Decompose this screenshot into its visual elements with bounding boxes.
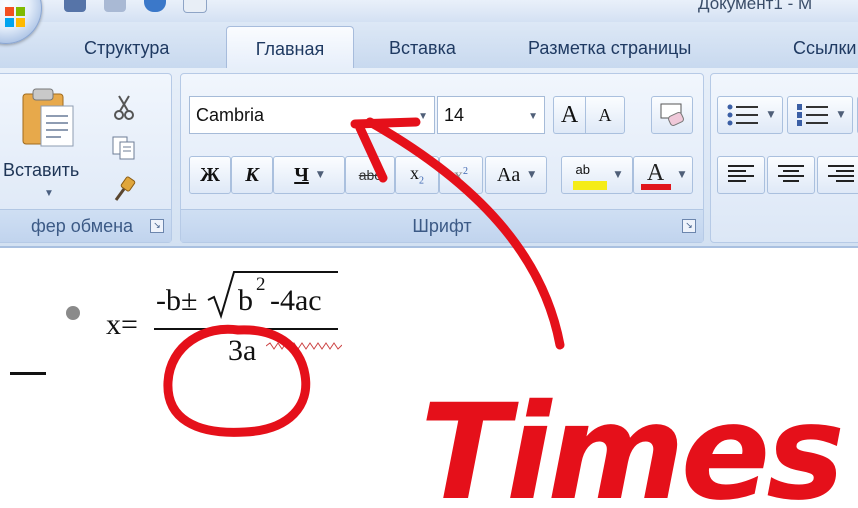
- font-launcher-button[interactable]: ↘: [682, 219, 696, 233]
- bullets-dropdown-icon[interactable]: ▼: [768, 110, 775, 120]
- align-left-icon: [728, 165, 754, 182]
- font-size-value: 14: [444, 105, 465, 125]
- font-name-dropdown-icon[interactable]: ▼: [418, 111, 428, 122]
- superscript-button[interactable]: x2: [439, 156, 483, 194]
- underline-icon: Ч: [294, 163, 309, 186]
- formula-minus-4ac: -4ac: [270, 284, 322, 317]
- grow-font-icon: A: [560, 101, 579, 128]
- highlight-color-bar: [572, 181, 607, 190]
- ribbon-tabs: Структура Главная Вставка Разметка стран…: [0, 22, 858, 70]
- highlight-dropdown-icon[interactable]: ▼: [615, 170, 622, 180]
- align-center-button[interactable]: [767, 156, 815, 194]
- shrink-font-button[interactable]: A: [585, 96, 625, 134]
- qat-print-preview-button[interactable]: [178, 0, 212, 18]
- underline-button[interactable]: Ч ▼: [273, 156, 345, 194]
- font-group-label: Шрифт: [181, 209, 703, 242]
- shrink-font-icon: A: [598, 104, 612, 125]
- paragraph-mark-bullet: [66, 306, 80, 320]
- align-left-button[interactable]: [717, 156, 765, 194]
- font-group: Cambria ▼ 14 ▼ A A Ж К Ч ▼ abc x2 x2 Aa …: [180, 73, 704, 243]
- quick-access-toolbar: [58, 0, 212, 20]
- title-bar: Документ1 - M: [0, 0, 858, 23]
- superscript-icon: x2: [454, 164, 468, 185]
- text-cursor-dash: [10, 372, 46, 375]
- font-name-combo[interactable]: Cambria ▼: [189, 96, 435, 134]
- subscript-icon: x2: [410, 163, 424, 187]
- bullets-button[interactable]: ▼: [717, 96, 783, 134]
- document-page[interactable]: x= -b± b 2 -4ac 3a: [0, 248, 858, 508]
- clipboard-group: Вставить ▼ фер обмена ↘: [0, 73, 172, 243]
- highlight-letters: ab: [575, 162, 590, 177]
- qat-save-button[interactable]: [58, 0, 92, 18]
- clipboard-icon: [22, 88, 74, 147]
- tab-references[interactable]: Ссылки: [793, 38, 856, 59]
- clipboard-launcher-button[interactable]: ↘: [150, 219, 164, 233]
- bold-icon: Ж: [200, 163, 220, 186]
- paste-button[interactable]: [19, 86, 77, 150]
- formula-exponent: 2: [256, 274, 266, 295]
- formula-lhs: x=: [106, 308, 138, 341]
- bullet-list-icon: [727, 104, 758, 126]
- change-case-dropdown-icon[interactable]: ▼: [528, 170, 535, 180]
- font-color-letter: A: [646, 160, 665, 186]
- redo-icon: [144, 0, 166, 12]
- format-painter-icon[interactable]: [111, 176, 137, 202]
- print-preview-icon: [183, 0, 207, 13]
- strikethrough-icon: abc: [358, 167, 382, 183]
- highlight-button[interactable]: ab ▼: [561, 156, 633, 194]
- strikethrough-button[interactable]: abc: [345, 156, 395, 194]
- clipboard-body: Вставить ▼: [1, 74, 173, 212]
- italic-button[interactable]: К: [231, 156, 273, 194]
- undo-icon: [104, 0, 126, 12]
- qat-redo-button[interactable]: [138, 0, 172, 18]
- font-name-value: Cambria: [196, 105, 265, 125]
- formula-numerator-minus-b: -b±: [156, 284, 198, 317]
- numbering-button[interactable]: ▼: [787, 96, 853, 134]
- paste-label[interactable]: Вставить: [3, 160, 79, 181]
- tab-page-layout[interactable]: Разметка страницы: [528, 38, 691, 59]
- grow-font-button[interactable]: A: [553, 96, 585, 134]
- change-case-button[interactable]: Aa ▼: [485, 156, 547, 194]
- align-center-icon: [778, 165, 804, 182]
- subscript-button[interactable]: x2: [395, 156, 439, 194]
- office-logo-icon: [5, 7, 25, 27]
- clipboard-group-label: фер обмена: [0, 209, 171, 242]
- font-size-dropdown-icon[interactable]: ▼: [528, 111, 538, 122]
- fraction-bar: [154, 328, 338, 330]
- qat-undo-button[interactable]: [98, 0, 132, 18]
- formula-radicand-b: b: [238, 284, 253, 317]
- tab-home[interactable]: Главная: [226, 26, 354, 70]
- underline-dropdown-icon[interactable]: ▼: [317, 170, 324, 180]
- font-color-dropdown-icon[interactable]: ▼: [679, 170, 686, 180]
- tab-structure[interactable]: Структура: [84, 38, 169, 59]
- highlight-icon: ab: [572, 160, 607, 190]
- paragraph-group: ▼ ▼: [710, 73, 858, 243]
- font-color-bar: [640, 184, 671, 190]
- numbering-dropdown-icon[interactable]: ▼: [838, 110, 845, 120]
- align-right-button[interactable]: [817, 156, 858, 194]
- align-right-icon: [828, 165, 854, 182]
- scissors-icon[interactable]: [111, 94, 137, 120]
- save-icon: [64, 0, 86, 12]
- subscript-letter: x: [410, 163, 419, 184]
- tab-insert[interactable]: Вставка: [389, 38, 456, 59]
- paste-dropdown-icon[interactable]: ▼: [44, 188, 54, 199]
- clear-formatting-button[interactable]: [651, 96, 693, 134]
- clear-formatting-icon: [660, 103, 684, 127]
- numbered-list-icon: [796, 104, 828, 126]
- superscript-letter: x: [454, 164, 463, 185]
- formula-denominator: 3a: [228, 334, 257, 367]
- bold-button[interactable]: Ж: [189, 156, 231, 194]
- copy-icon[interactable]: [111, 134, 137, 160]
- change-case-icon: Aa: [496, 163, 521, 186]
- ribbon: Вставить ▼ фер обмена ↘ Cambria ▼ 14 ▼ A…: [0, 68, 858, 248]
- document-title: Документ1 - M: [698, 0, 813, 13]
- font-color-icon: A: [640, 160, 671, 190]
- spellcheck-squiggle: [266, 342, 342, 350]
- font-size-combo[interactable]: 14 ▼: [437, 96, 545, 134]
- font-color-button[interactable]: A ▼: [633, 156, 693, 194]
- italic-icon: К: [245, 163, 259, 186]
